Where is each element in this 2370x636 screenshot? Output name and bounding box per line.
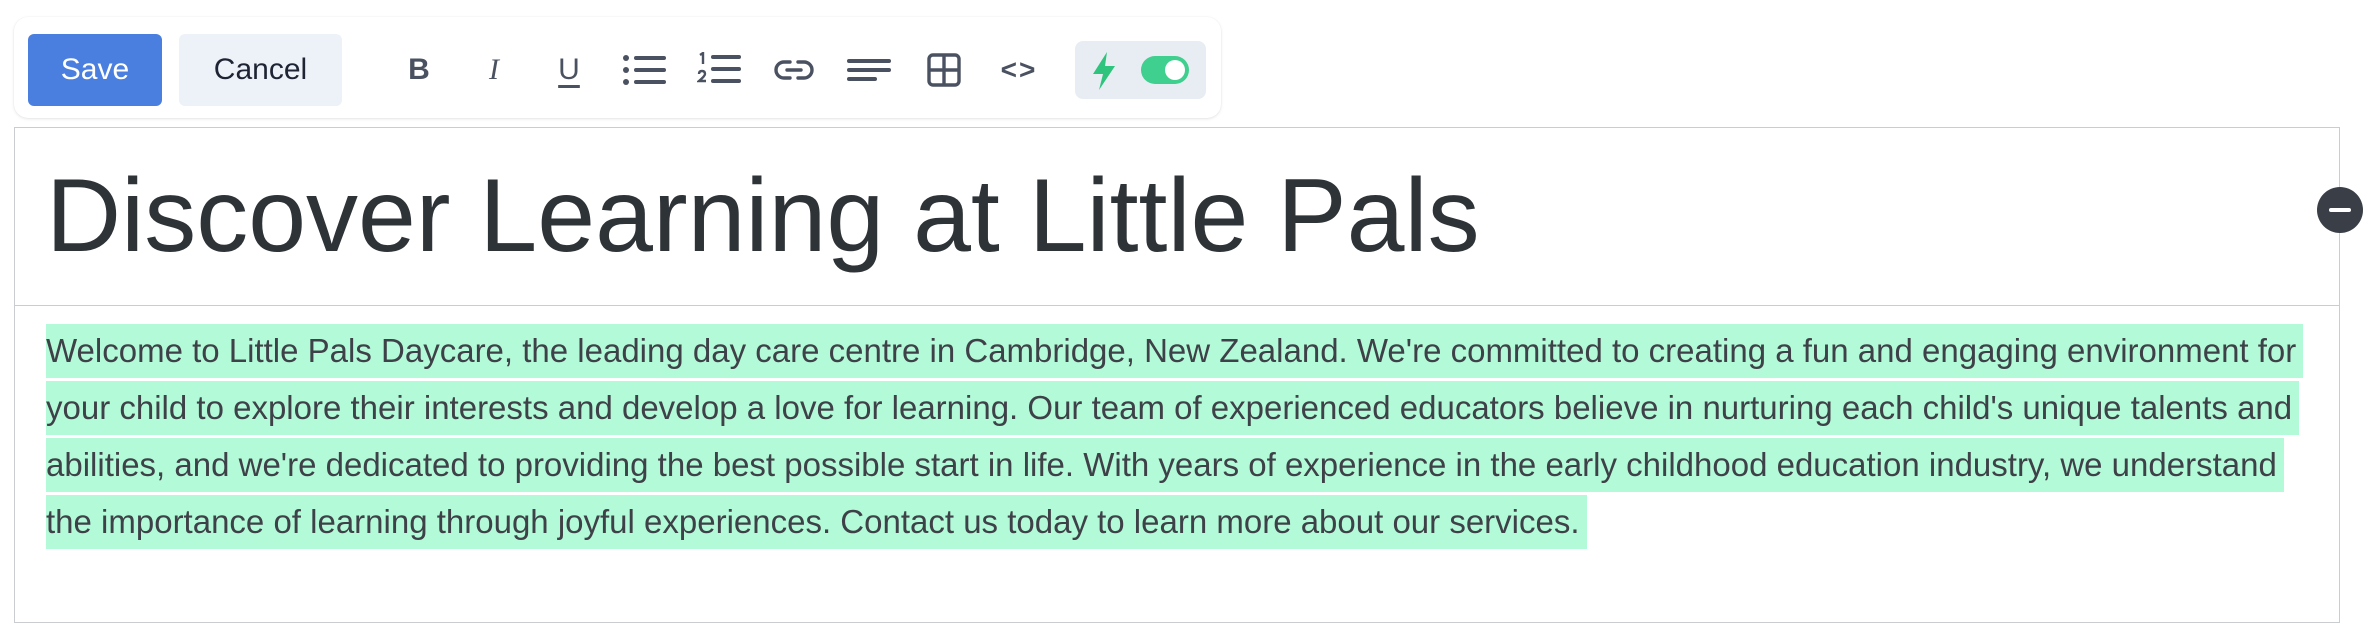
numbered-list-icon xyxy=(697,52,741,83)
editor-toolbar: Save Cancel B I U <> xyxy=(14,17,1221,118)
code-icon: <> xyxy=(1000,54,1038,85)
remove-block-button[interactable] xyxy=(2317,187,2363,233)
table-icon xyxy=(927,53,961,87)
table-button[interactable] xyxy=(919,45,969,95)
bullet-list-icon xyxy=(623,55,666,85)
italic-button[interactable]: I xyxy=(469,45,519,95)
bullet-list-button[interactable] xyxy=(619,45,669,95)
ai-assist-group xyxy=(1075,41,1206,99)
underline-icon: U xyxy=(558,53,580,86)
numbered-list-button[interactable] xyxy=(694,45,744,95)
bold-icon: B xyxy=(408,53,430,86)
editor-area[interactable]: Discover Learning at Little Pals Welcome… xyxy=(14,127,2340,623)
link-icon xyxy=(774,60,814,80)
ai-toggle-switch[interactable] xyxy=(1141,56,1189,84)
cancel-button[interactable]: Cancel xyxy=(179,34,342,106)
body-paragraph[interactable]: Welcome to Little Pals Daycare, the lead… xyxy=(46,322,2326,550)
underline-button[interactable]: U xyxy=(544,45,594,95)
highlighted-text[interactable]: Welcome to Little Pals Daycare, the lead… xyxy=(46,324,2304,549)
page-heading[interactable]: Discover Learning at Little Pals xyxy=(46,164,1480,268)
heading-block[interactable]: Discover Learning at Little Pals xyxy=(15,128,2339,306)
code-button[interactable]: <> xyxy=(994,45,1044,95)
align-icon xyxy=(847,59,891,81)
lightning-icon xyxy=(1093,52,1115,90)
toggle-knob xyxy=(1165,60,1185,80)
align-button[interactable] xyxy=(844,45,894,95)
save-button[interactable]: Save xyxy=(28,34,162,106)
link-button[interactable] xyxy=(769,45,819,95)
bold-button[interactable]: B xyxy=(394,45,444,95)
italic-icon: I xyxy=(489,53,499,86)
